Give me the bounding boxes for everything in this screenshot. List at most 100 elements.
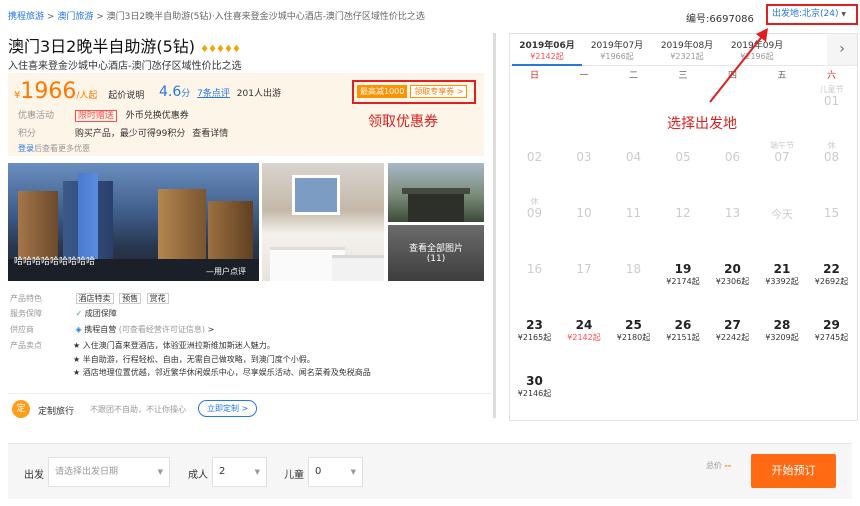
day-holiday xyxy=(659,196,708,206)
month-tabs: 2019年06月 ¥2142起 2019年07月 ¥1966起 2019年08月… xyxy=(510,34,857,66)
breadcrumb-current: 澳门3日2晚半自助游(5钻)·入住喜来登金沙城中心酒店-澳门氹仔区域性价比之选 xyxy=(106,12,425,22)
calendar-day[interactable]: 19 ¥2174起 xyxy=(659,252,708,304)
price-note[interactable]: 起价说明 xyxy=(108,91,144,101)
day-number: 09 xyxy=(526,206,543,220)
day-number: 22 xyxy=(823,262,840,276)
day-number: 30 xyxy=(526,374,543,388)
calendar-day[interactable]: 26 ¥2151起 xyxy=(659,308,708,360)
child-select[interactable]: 0 ▼ xyxy=(308,457,363,487)
scrollbar[interactable] xyxy=(493,33,496,418)
offer-tag: 限时赠送 xyxy=(74,110,117,122)
supplier-license[interactable]: (可查看经营许可证信息) xyxy=(119,325,205,334)
weekday-label: 一 xyxy=(579,71,589,81)
points-link[interactable]: 查看详情 xyxy=(192,129,228,139)
next-month-icon[interactable]: › xyxy=(827,34,857,65)
weekday-label: 日 xyxy=(529,71,539,81)
calendar-day[interactable]: 28 ¥3209起 xyxy=(758,308,807,360)
day-holiday: 端午节 xyxy=(770,141,794,150)
breadcrumb-home[interactable]: 携程旅游 xyxy=(8,12,44,22)
guarantee-text: 成团保障 xyxy=(84,309,117,318)
calendar-day: 06 xyxy=(708,140,757,192)
breadcrumb-area[interactable]: 澳门旅游 xyxy=(57,12,93,22)
day-number: 06 xyxy=(724,150,741,164)
day-number: 13 xyxy=(724,206,741,220)
calendar-day: 02 xyxy=(510,140,559,192)
day-number: 04 xyxy=(625,150,642,164)
calendar-day: 10 xyxy=(560,196,609,248)
day-number: 25 xyxy=(625,318,642,332)
depart-date-select[interactable]: 请选择出发日期 ▼ xyxy=(48,457,170,487)
day-price: ¥2180起 xyxy=(616,333,651,342)
day-holiday xyxy=(510,308,559,318)
day-price: ¥2306起 xyxy=(715,277,750,286)
calendar-day[interactable]: 25 ¥2180起 xyxy=(609,308,658,360)
coupon-link[interactable]: 领取专享券 > xyxy=(410,85,468,98)
total-value: -- xyxy=(724,461,732,470)
annotation-departure: 选择出发地 xyxy=(667,116,737,132)
month-name: 2019年06月 xyxy=(519,41,575,51)
features-label: 产品特色 xyxy=(10,294,42,303)
weekday-label: 六 xyxy=(826,71,836,81)
weekday-label: 二 xyxy=(628,71,638,81)
day-number: 08 xyxy=(823,150,840,164)
day-holiday xyxy=(758,196,807,206)
points-row: 积分 购买产品，最少可得99积分 查看详情 xyxy=(18,126,228,139)
day-number: 16 xyxy=(526,262,543,276)
diamond-rating-icon: ♦♦♦♦♦ xyxy=(200,44,241,55)
gate-photo[interactable] xyxy=(388,163,484,222)
day-number: 10 xyxy=(576,206,592,220)
calendar-day: 12 xyxy=(659,196,708,248)
calendar-day[interactable]: 29 ¥2745起 xyxy=(807,308,856,360)
day-holiday xyxy=(510,364,559,374)
calendar-day: 18 xyxy=(609,252,658,304)
price-amount: 1966 xyxy=(20,79,77,104)
calendar-day: 端午节 07 xyxy=(758,140,807,192)
total-price: 总价 -- xyxy=(706,460,731,471)
breadcrumb-sep: > xyxy=(96,12,104,22)
day-price: ¥2146起 xyxy=(517,389,552,398)
day-price: ¥2151起 xyxy=(666,333,700,342)
rating-unit: 分 xyxy=(181,89,191,99)
title-text: 澳门3日2晚半自助游(5钻) xyxy=(8,37,196,56)
calendar-day[interactable]: 30 ¥2146起 xyxy=(510,364,559,416)
calendar-day: 13 xyxy=(708,196,757,248)
hotel-room-photo[interactable] xyxy=(262,163,384,281)
login-link[interactable]: 登录 xyxy=(18,144,34,153)
calendar-day: 休 08 xyxy=(807,140,856,192)
calendar-day[interactable]: 23 ¥2165起 xyxy=(510,308,559,360)
annotation-coupon: 领取优惠券 xyxy=(368,114,438,130)
day-price: ¥2165起 xyxy=(517,333,552,342)
calendar-day[interactable]: 21 ¥3392起 xyxy=(758,252,807,304)
day-price: ¥2174起 xyxy=(666,277,700,286)
calendar-day[interactable]: 20 ¥2306起 xyxy=(708,252,757,304)
supplier-label: 供应商 xyxy=(10,325,34,334)
day-price: ¥3392起 xyxy=(765,277,799,286)
custom-trip-title: 定制旅行 xyxy=(38,407,75,417)
chevron-down-icon: ▼ xyxy=(841,11,847,18)
calendar-day: 04 xyxy=(609,140,658,192)
calendar-day: 休 09 xyxy=(510,196,559,248)
tab-month-06[interactable]: 2019年06月 ¥2142起 xyxy=(512,38,582,66)
day-number: 03 xyxy=(576,150,592,164)
calendar-day[interactable]: 22 ¥2692起 xyxy=(807,252,856,304)
depart-date-label: 出发 xyxy=(24,470,44,481)
review-link[interactable]: 7条点评 xyxy=(197,89,230,99)
calendar-day[interactable]: 24 ¥2142起 xyxy=(560,308,609,360)
adult-select[interactable]: 2 ▼ xyxy=(212,457,267,487)
view-all-photos[interactable]: 查看全部图片 (11) xyxy=(388,225,484,281)
highlights-label-row: 产品卖点 xyxy=(10,340,73,351)
day-holiday: 休 xyxy=(530,197,539,206)
day-holiday xyxy=(510,252,559,262)
calendar-day[interactable]: 27 ¥2242起 xyxy=(708,308,757,360)
day-number: 11 xyxy=(625,206,642,220)
day-holiday xyxy=(807,252,856,262)
coupon-box[interactable]: 最高减1000 领取专享券 > xyxy=(352,80,476,104)
breadcrumb: 携程旅游 > 澳门旅游 > 澳门3日2晚半自助游(5钻)·入住喜来登金沙城中心酒… xyxy=(8,9,425,22)
supplier-name[interactable]: 携程自营 xyxy=(84,325,116,334)
day-number: 07 xyxy=(774,150,790,164)
tab-month-07[interactable]: 2019年07月 ¥1966起 xyxy=(582,38,652,62)
custom-trip-button[interactable]: 立即定制 > xyxy=(198,400,258,417)
traveler-count: 201人出游 xyxy=(236,89,281,99)
book-button[interactable]: 开始预订 xyxy=(751,454,836,488)
day-number: 24 xyxy=(575,318,593,332)
